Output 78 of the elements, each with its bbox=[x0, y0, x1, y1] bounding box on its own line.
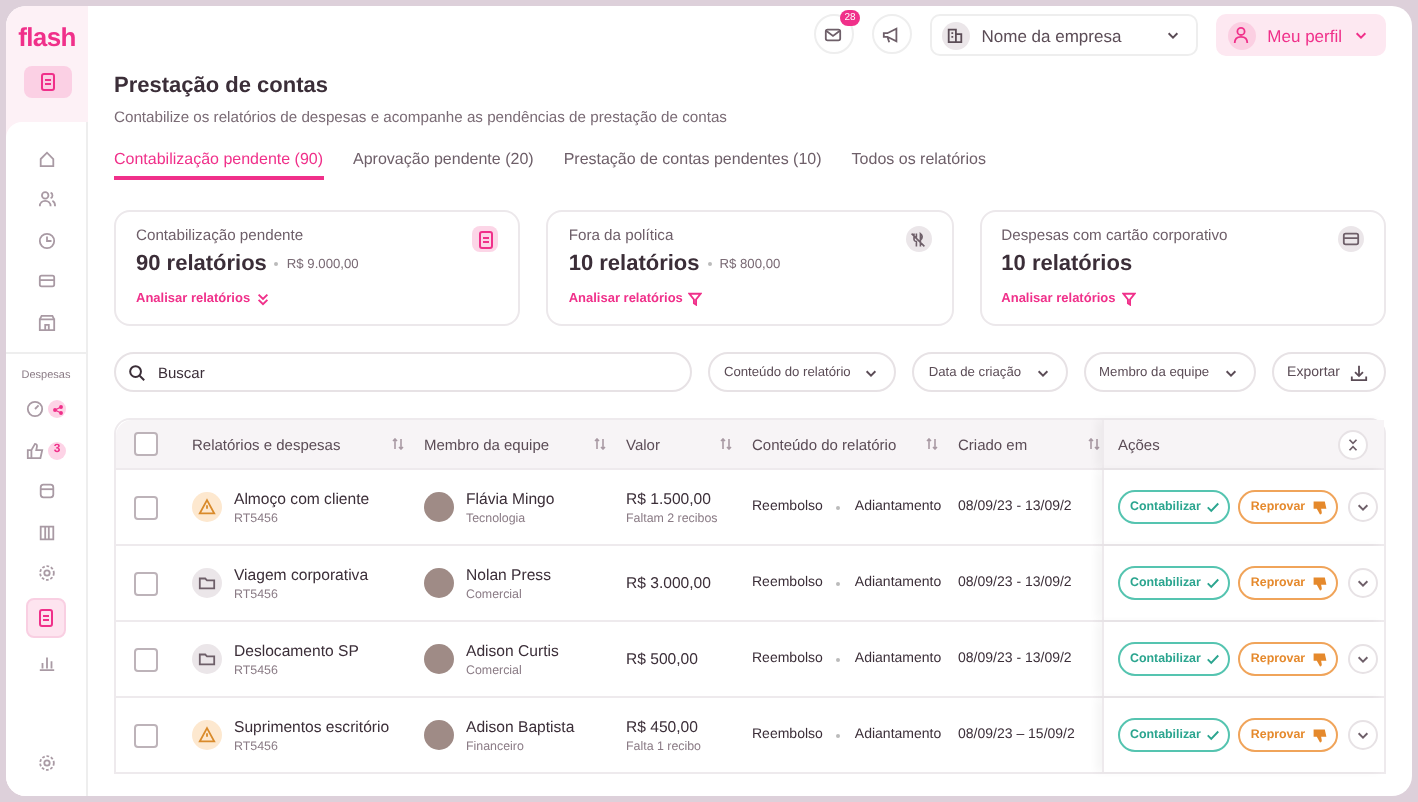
folder-shape-icon bbox=[198, 574, 216, 592]
row-checkbox[interactable] bbox=[134, 647, 158, 671]
store-icon bbox=[37, 313, 55, 331]
sort-icon bbox=[392, 438, 404, 450]
company-dropdown[interactable]: Nome da empresa bbox=[929, 14, 1198, 56]
thumbs-down-icon bbox=[1311, 575, 1328, 591]
avatar bbox=[424, 644, 454, 674]
triangle-icon bbox=[198, 498, 216, 516]
check-icon bbox=[1206, 576, 1221, 590]
sort-icon bbox=[594, 438, 606, 450]
tab[interactable]: Contabilização pendente (90) bbox=[114, 150, 324, 180]
avatar bbox=[424, 720, 454, 750]
triangle-icon bbox=[198, 726, 216, 744]
chevron-down-icon bbox=[864, 365, 879, 379]
row-checkbox[interactable] bbox=[134, 495, 158, 519]
expand-button[interactable] bbox=[1347, 492, 1378, 522]
megaphone-icon bbox=[882, 25, 901, 43]
sort-icon bbox=[926, 438, 938, 450]
check-icon bbox=[1206, 652, 1221, 666]
card-icon bbox=[37, 272, 55, 290]
chevron-down-icon bbox=[1355, 652, 1370, 666]
home-icon bbox=[37, 149, 55, 167]
check-icon bbox=[1206, 500, 1221, 514]
filter-icon bbox=[1121, 292, 1136, 306]
select-all-checkbox[interactable] bbox=[134, 432, 158, 456]
expand-button[interactable] bbox=[1347, 644, 1378, 674]
thumb-icon bbox=[26, 441, 44, 459]
thumbs-down-icon bbox=[1311, 499, 1328, 515]
avatar bbox=[424, 492, 454, 522]
chevron-down-icon bbox=[1355, 728, 1370, 742]
grid-icon bbox=[37, 523, 55, 541]
chevron-down-icon bbox=[1035, 365, 1050, 379]
search-icon bbox=[128, 364, 146, 382]
logo: flash bbox=[18, 22, 76, 52]
chevron-down-icon bbox=[1165, 28, 1180, 42]
gauge-icon bbox=[26, 400, 44, 418]
chevron-down-icon bbox=[1223, 365, 1238, 379]
report-count: 10 relatórios bbox=[568, 252, 700, 276]
check-icon bbox=[1206, 728, 1221, 742]
report-count: 90 relatórios bbox=[136, 252, 267, 276]
people-icon bbox=[37, 190, 55, 208]
sort-icon bbox=[720, 438, 732, 450]
profile-button[interactable]: Meu perfil bbox=[1215, 14, 1386, 56]
expand-button[interactable] bbox=[1347, 720, 1378, 750]
double-chevron-icon bbox=[256, 292, 271, 306]
sort-icon bbox=[1088, 438, 1100, 450]
doc-icon bbox=[36, 608, 56, 628]
report-count: 10 relatórios bbox=[1001, 252, 1133, 276]
clock-icon bbox=[37, 231, 55, 249]
tab[interactable]: Todos os relatórios bbox=[851, 150, 986, 180]
settings-icon bbox=[37, 754, 55, 772]
collapse-icon bbox=[1346, 437, 1360, 451]
sidebar-item[interactable] bbox=[26, 598, 66, 638]
download-icon bbox=[1350, 363, 1368, 381]
document-icon bbox=[37, 72, 57, 92]
mail-icon bbox=[824, 25, 843, 43]
row-checkbox[interactable] bbox=[134, 571, 158, 595]
user-icon bbox=[1232, 26, 1251, 44]
building-icon bbox=[946, 26, 965, 44]
expand-button[interactable] bbox=[1347, 568, 1378, 598]
collapse-button[interactable] bbox=[1338, 429, 1368, 459]
folder-shape-icon bbox=[198, 650, 216, 668]
row-checkbox[interactable] bbox=[134, 723, 158, 747]
announcements-button[interactable] bbox=[871, 14, 912, 54]
filter-icon bbox=[688, 292, 703, 306]
no-cutlery-icon bbox=[910, 231, 927, 247]
chart-icon bbox=[37, 654, 55, 672]
page-title: Prestação de contas bbox=[114, 74, 330, 98]
chevron-down-icon bbox=[1355, 500, 1370, 514]
app-switch-button[interactable] bbox=[23, 66, 71, 98]
chevron-down-icon bbox=[1354, 28, 1368, 42]
thumbs-down-icon bbox=[1311, 651, 1328, 667]
thumbs-down-icon bbox=[1311, 727, 1328, 743]
box-icon bbox=[37, 482, 55, 500]
avatar bbox=[424, 568, 454, 598]
tab[interactable]: Prestação de contas pendentes (10) bbox=[563, 150, 822, 180]
chevron-down-icon bbox=[1355, 576, 1370, 590]
tab[interactable]: Aprovação pendente (20) bbox=[353, 150, 534, 180]
